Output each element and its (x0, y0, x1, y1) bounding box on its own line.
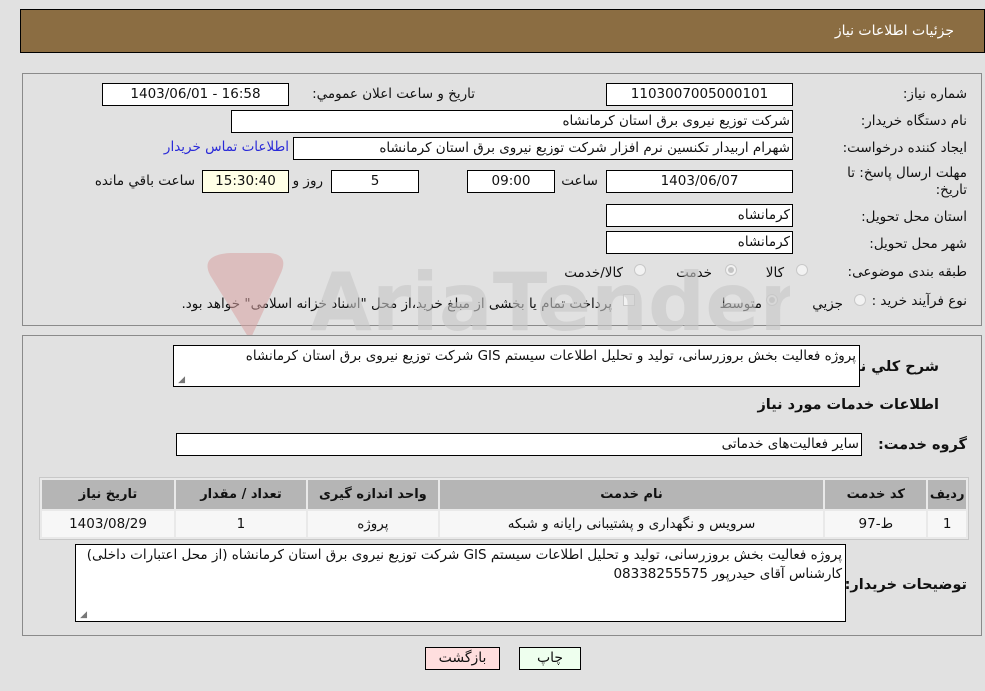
purchase-type-label: نوع فرآيند خريد : (871, 293, 967, 309)
buyer-notes-textarea[interactable]: پروژه فعالیت بخش بروزرسانی، تولید و تحلی… (75, 544, 846, 622)
category-radio-goods-service[interactable] (634, 264, 646, 276)
days-remaining-field[interactable]: 5 (331, 170, 419, 193)
category-radio-service[interactable] (725, 264, 737, 276)
col-row-number: رديف (928, 480, 966, 509)
cell-service-name: سرويس و نگهداری و پشتيبانی رايانه و شبكه (439, 511, 824, 537)
col-unit: واحد اندازه گيری (307, 480, 438, 509)
treasury-payment-checkbox[interactable] (623, 294, 635, 306)
deadline-label-line1: مهلت ارسال پاسخ: تا (847, 165, 967, 181)
general-desc-text: پروژه فعالیت بخش بروزرسانی، تولید و تحلی… (245, 348, 856, 364)
buyer-org-field[interactable]: شركت توزيع نيروی برق استان كرمانشاه (231, 110, 793, 133)
general-desc-textarea[interactable]: پروژه فعالیت بخش بروزرسانی، تولید و تحلی… (173, 345, 860, 387)
treasury-payment-note: پرداخت تمام يا بخشی از مبلغ خريد،از محل … (181, 296, 612, 312)
city-label: شهر محل تحويل: (869, 236, 967, 252)
deadline-time-label: ساعت (561, 173, 598, 189)
announce-datetime-field[interactable]: 1403/06/01 - 16:58 (102, 83, 289, 106)
category-option-goods-service: كالا/خدمت (564, 265, 623, 281)
back-button[interactable]: بازگشت (425, 647, 500, 670)
time-remaining-field: 15:30:40 (202, 170, 289, 193)
announce-datetime-label: تاريخ و ساعت اعلان عمومي: (312, 86, 475, 102)
purchase-type-option-medium: متوسط (719, 296, 762, 312)
services-section-title: اطلاعات خدمات مورد نياز (757, 397, 939, 413)
need-number-label: شماره نياز: (902, 86, 967, 102)
resize-grip-icon[interactable]: ◢ (79, 611, 87, 620)
service-group-label: گروه خدمت: (877, 437, 967, 453)
cell-row-number: 1 (928, 511, 966, 537)
province-field[interactable]: كرمانشاه (606, 204, 793, 227)
time-remaining-label: ساعت باقي مانده (94, 173, 195, 189)
buyer-org-label: نام دستگاه خريدار: (860, 113, 967, 129)
table-row: 1 ط-97 سرويس و نگهداری و پشتيبانی رايانه… (42, 511, 966, 537)
services-table-header: رديف كد خدمت نام خدمت واحد اندازه گيری ت… (42, 480, 966, 509)
requester-field[interactable]: شهرام اربيدار تکنسين نرم افزار شركت توزي… (293, 137, 793, 160)
category-radio-goods[interactable] (796, 264, 808, 276)
cell-service-code: ط-97 (825, 511, 927, 537)
purchase-type-radio-minor[interactable] (854, 294, 866, 306)
deadline-label-line2: تاريخ: (935, 182, 967, 198)
need-number-field[interactable]: 1103007005000101 (606, 83, 793, 106)
page-header: جزئيات اطلاعات نياز (20, 9, 985, 53)
category-option-service: خدمت (676, 265, 712, 281)
service-group-field[interactable]: ساير فعاليت‌های خدماتی (176, 433, 862, 456)
cell-need-date: 1403/08/29 (42, 511, 175, 537)
buyer-notes-label: توضيحات خريدار: (844, 577, 967, 593)
col-service-code: كد خدمت (825, 480, 927, 509)
buyer-notes-text: پروژه فعالیت بخش بروزرسانی، تولید و تحلی… (86, 547, 842, 582)
purchase-type-radio-medium[interactable] (766, 294, 778, 306)
deadline-date-field[interactable]: 1403/06/07 (606, 170, 793, 193)
requester-label: ايجاد كننده درخواست: (842, 140, 967, 156)
resize-grip-icon[interactable]: ◢ (177, 376, 185, 385)
page-title: جزئيات اطلاعات نياز (834, 23, 954, 39)
print-button[interactable]: چاپ (519, 647, 581, 670)
category-option-goods: كالا (765, 265, 784, 281)
cell-unit: پروژه (307, 511, 438, 537)
col-need-date: تاريخ نياز (42, 480, 175, 509)
days-label: روز و (292, 173, 323, 189)
col-quantity: تعداد / مقدار (176, 480, 306, 509)
category-label: طبقه بندی موضوعی: (847, 264, 967, 280)
col-service-name: نام خدمت (439, 480, 824, 509)
cell-quantity: 1 (176, 511, 306, 537)
province-label: استان محل تحويل: (861, 209, 967, 225)
buyer-contact-link[interactable]: اطلاعات تماس خريدار (164, 139, 289, 155)
services-table: رديف كد خدمت نام خدمت واحد اندازه گيری ت… (39, 477, 969, 540)
city-field[interactable]: كرمانشاه (606, 231, 793, 254)
deadline-time-field[interactable]: 09:00 (467, 170, 555, 193)
purchase-type-option-minor: جزيي (812, 296, 843, 312)
